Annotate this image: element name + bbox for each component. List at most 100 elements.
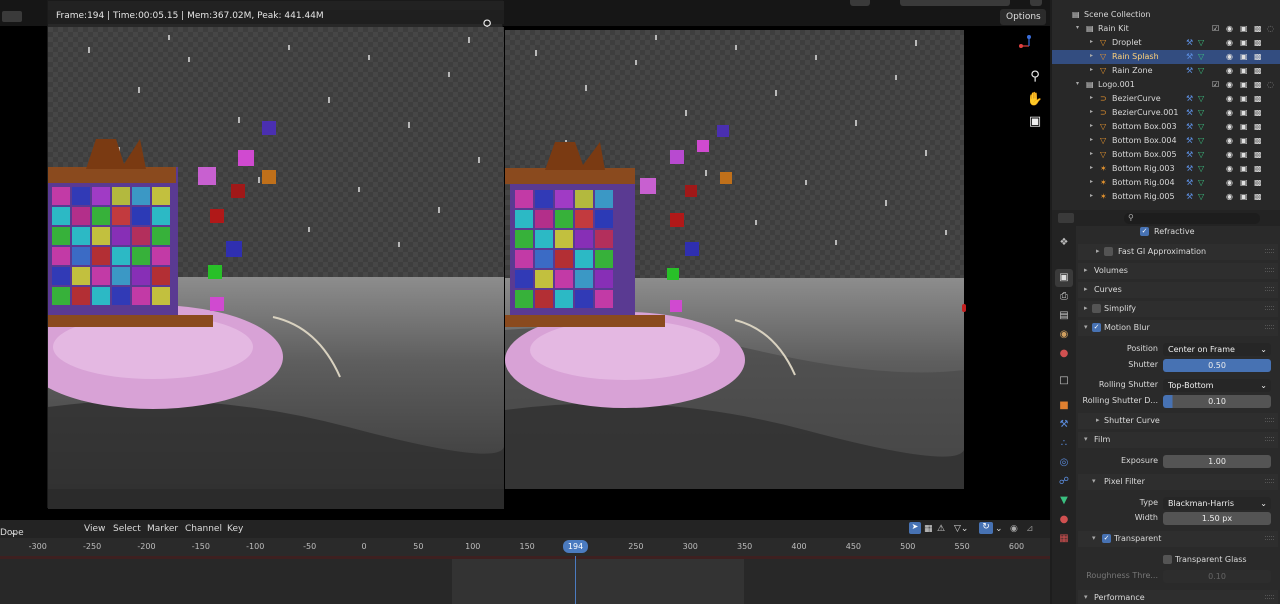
- film-panel[interactable]: ▾ Film: [1078, 432, 1278, 448]
- drag-grip-icon[interactable]: [1265, 536, 1274, 540]
- modifier-tab-icon[interactable]: ⚒: [1055, 416, 1073, 434]
- data-tab-icon[interactable]: ▼: [1055, 492, 1073, 510]
- menu-key[interactable]: Key: [227, 524, 243, 534]
- render-camera-icon[interactable]: ▩: [1254, 192, 1262, 201]
- drag-grip-icon[interactable]: [1265, 268, 1274, 272]
- frame-ruler[interactable]: -300 -250 -200 -150 -100 -50 0 50 100 150 250 300 35…: [0, 538, 1050, 556]
- physics-tab-icon[interactable]: ◎: [1055, 454, 1073, 472]
- drag-grip-icon[interactable]: [1265, 249, 1274, 253]
- collapse-arrow-icon[interactable]: ▸: [1090, 178, 1093, 185]
- header-menu-stub[interactable]: [1030, 0, 1042, 6]
- holdout-icon[interactable]: ◌: [1267, 24, 1274, 33]
- eye-icon[interactable]: ◉: [1226, 108, 1233, 117]
- viewport-display-icon[interactable]: ▣: [1240, 24, 1248, 33]
- render-camera-icon[interactable]: ▩: [1254, 80, 1262, 89]
- curves-panel[interactable]: ▸ Curves: [1078, 282, 1278, 298]
- render-camera-icon[interactable]: ▩: [1254, 164, 1262, 173]
- viewport-display-icon[interactable]: ▣: [1240, 178, 1248, 187]
- pan-hand-icon[interactable]: ✋: [1026, 91, 1044, 109]
- eye-icon[interactable]: ◉: [1226, 178, 1233, 187]
- proportional-icon[interactable]: ◉: [1010, 524, 1018, 534]
- properties-search-field[interactable]: ⚲: [1124, 213, 1260, 224]
- material-tab-icon[interactable]: ●: [1055, 511, 1073, 529]
- render-camera-icon[interactable]: ▩: [1254, 178, 1262, 187]
- collapse-arrow-icon[interactable]: ▸: [1090, 164, 1093, 171]
- tool-tab-icon[interactable]: ❖: [1055, 234, 1073, 252]
- menu-marker[interactable]: Marker: [147, 524, 178, 534]
- viewport-display-icon[interactable]: ▣: [1240, 52, 1248, 61]
- viewport-display-icon[interactable]: ▣: [1240, 94, 1248, 103]
- collapse-arrow-icon[interactable]: ▸: [1090, 94, 1093, 101]
- view-layer-tab-icon[interactable]: ▤: [1055, 307, 1073, 325]
- viewport-display-icon[interactable]: ▣: [1240, 108, 1248, 117]
- expand-arrow-icon[interactable]: ▾: [1076, 80, 1079, 87]
- filter-width-field[interactable]: 1.50 px: [1163, 512, 1271, 525]
- transparent-checkbox[interactable]: ✓: [1102, 534, 1111, 543]
- render-camera-icon[interactable]: ▩: [1254, 122, 1262, 131]
- zoom-icon[interactable]: ⚲: [1026, 68, 1044, 86]
- outliner-row[interactable]: ▤ Scene Collection: [1052, 8, 1280, 22]
- scene-tab-icon[interactable]: ◉: [1055, 326, 1073, 344]
- drag-grip-icon[interactable]: [1265, 325, 1274, 329]
- viewport-display-icon[interactable]: ▣: [1240, 192, 1248, 201]
- outliner-row[interactable]: ▸ ▽ Droplet ⚒ ▽ ◉ ▣ ▩: [1052, 36, 1280, 50]
- rolling-duration-slider[interactable]: 0.10: [1163, 395, 1271, 408]
- header-menu-stub[interactable]: [850, 0, 870, 6]
- viewport-display-icon[interactable]: ▣: [1240, 122, 1248, 131]
- viewport-display-icon[interactable]: ▣: [1240, 38, 1248, 47]
- properties-panel[interactable]: ⚲ ❖ ▣ ⎙ ▤ ◉ ● □ ■ ⚒ ∴ ◎ ☍ ▼ ● ▦ ✓ Refrac…: [1052, 210, 1280, 604]
- eye-icon[interactable]: ◉: [1226, 164, 1233, 173]
- transparent-subpanel[interactable]: ▾ ✓ Transparent: [1078, 531, 1278, 547]
- shutter-curve-subpanel[interactable]: ▸ Shutter Curve: [1078, 413, 1278, 429]
- viewport-display-icon[interactable]: ▣: [1240, 66, 1248, 75]
- world-tab-icon[interactable]: ●: [1055, 345, 1073, 363]
- filter-icon[interactable]: ▽⌄: [954, 524, 968, 534]
- collection-tab-icon[interactable]: □: [1055, 372, 1073, 390]
- outliner-row[interactable]: ▸ ✶ Bottom Rig.003 ⚒ ▽ ◉ ▣ ▩: [1052, 162, 1280, 176]
- transparent-glass-checkbox[interactable]: [1163, 555, 1172, 564]
- collapse-arrow-icon[interactable]: ▸: [1090, 136, 1093, 143]
- editor-type-icon[interactable]: [2, 11, 22, 22]
- drag-grip-icon[interactable]: [1265, 479, 1274, 483]
- eye-icon[interactable]: ◉: [1226, 66, 1233, 75]
- performance-panel[interactable]: ▾ Performance: [1078, 590, 1278, 604]
- exposure-field[interactable]: 1.00: [1163, 455, 1271, 468]
- render-camera-icon[interactable]: ▩: [1254, 136, 1262, 145]
- motion-blur-checkbox[interactable]: ✓: [1092, 323, 1101, 332]
- constraints-tab-icon[interactable]: ☍: [1055, 473, 1073, 491]
- collapse-arrow-icon[interactable]: ▸: [1090, 192, 1093, 199]
- menu-view[interactable]: View: [84, 524, 105, 534]
- simplify-checkbox[interactable]: [1092, 304, 1101, 313]
- exclude-checkbox[interactable]: ☑: [1212, 24, 1219, 33]
- render-camera-icon[interactable]: ▩: [1254, 94, 1262, 103]
- outliner-row[interactable]: ▸ ▽ Rain Zone ⚒ ▽ ◉ ▣ ▩: [1052, 64, 1280, 78]
- playhead[interactable]: [575, 556, 576, 604]
- drag-grip-icon[interactable]: [1265, 595, 1274, 599]
- exclude-checkbox[interactable]: ☑: [1212, 80, 1219, 89]
- outliner-row[interactable]: ▸ ⊃ BezierCurve.001 ⚒ ▽ ◉ ▣ ▩: [1052, 106, 1280, 120]
- eye-icon[interactable]: ◉: [1226, 52, 1233, 61]
- viewport-display-icon[interactable]: ▣: [1240, 80, 1248, 89]
- filter-type-dropdown[interactable]: Blackman-Harris ⌄: [1163, 497, 1271, 510]
- drag-grip-icon[interactable]: [1265, 287, 1274, 291]
- eye-icon[interactable]: ◉: [1226, 80, 1233, 89]
- outliner-panel[interactable]: ▤ Scene Collection ▾ ▤ Rain Kit ☑ ◉ ▣ ▩ ◌ ▸ ▽ Drople…: [1052, 0, 1280, 210]
- menu-select[interactable]: Select: [113, 524, 141, 534]
- shading-buttons[interactable]: [900, 0, 1010, 6]
- show-hidden-icon[interactable]: ▦: [924, 524, 933, 534]
- outliner-row[interactable]: ▾ ▤ Logo.001 ☑ ◉ ▣ ▩ ◌: [1052, 78, 1280, 92]
- eye-icon[interactable]: ◉: [1226, 150, 1233, 159]
- drag-grip-icon[interactable]: [1265, 418, 1274, 422]
- motion-blur-panel[interactable]: ▾ ✓ Motion Blur: [1078, 320, 1278, 336]
- navigation-axis-gizmo[interactable]: [1018, 34, 1040, 52]
- volumes-panel[interactable]: ▸ Volumes: [1078, 263, 1278, 279]
- position-dropdown[interactable]: Center on Frame ⌄: [1163, 343, 1271, 356]
- render-camera-icon[interactable]: ▩: [1254, 38, 1262, 47]
- object-tab-icon[interactable]: ■: [1055, 397, 1073, 415]
- outliner-row[interactable]: ▾ ▤ Rain Kit ☑ ◉ ▣ ▩ ◌: [1052, 22, 1280, 36]
- options-button[interactable]: Options: [1000, 9, 1046, 25]
- drag-grip-icon[interactable]: [1265, 306, 1274, 310]
- collapse-arrow-icon[interactable]: ▸: [1090, 52, 1093, 59]
- render-camera-icon[interactable]: ▩: [1254, 150, 1262, 159]
- eye-icon[interactable]: ◉: [1226, 94, 1233, 103]
